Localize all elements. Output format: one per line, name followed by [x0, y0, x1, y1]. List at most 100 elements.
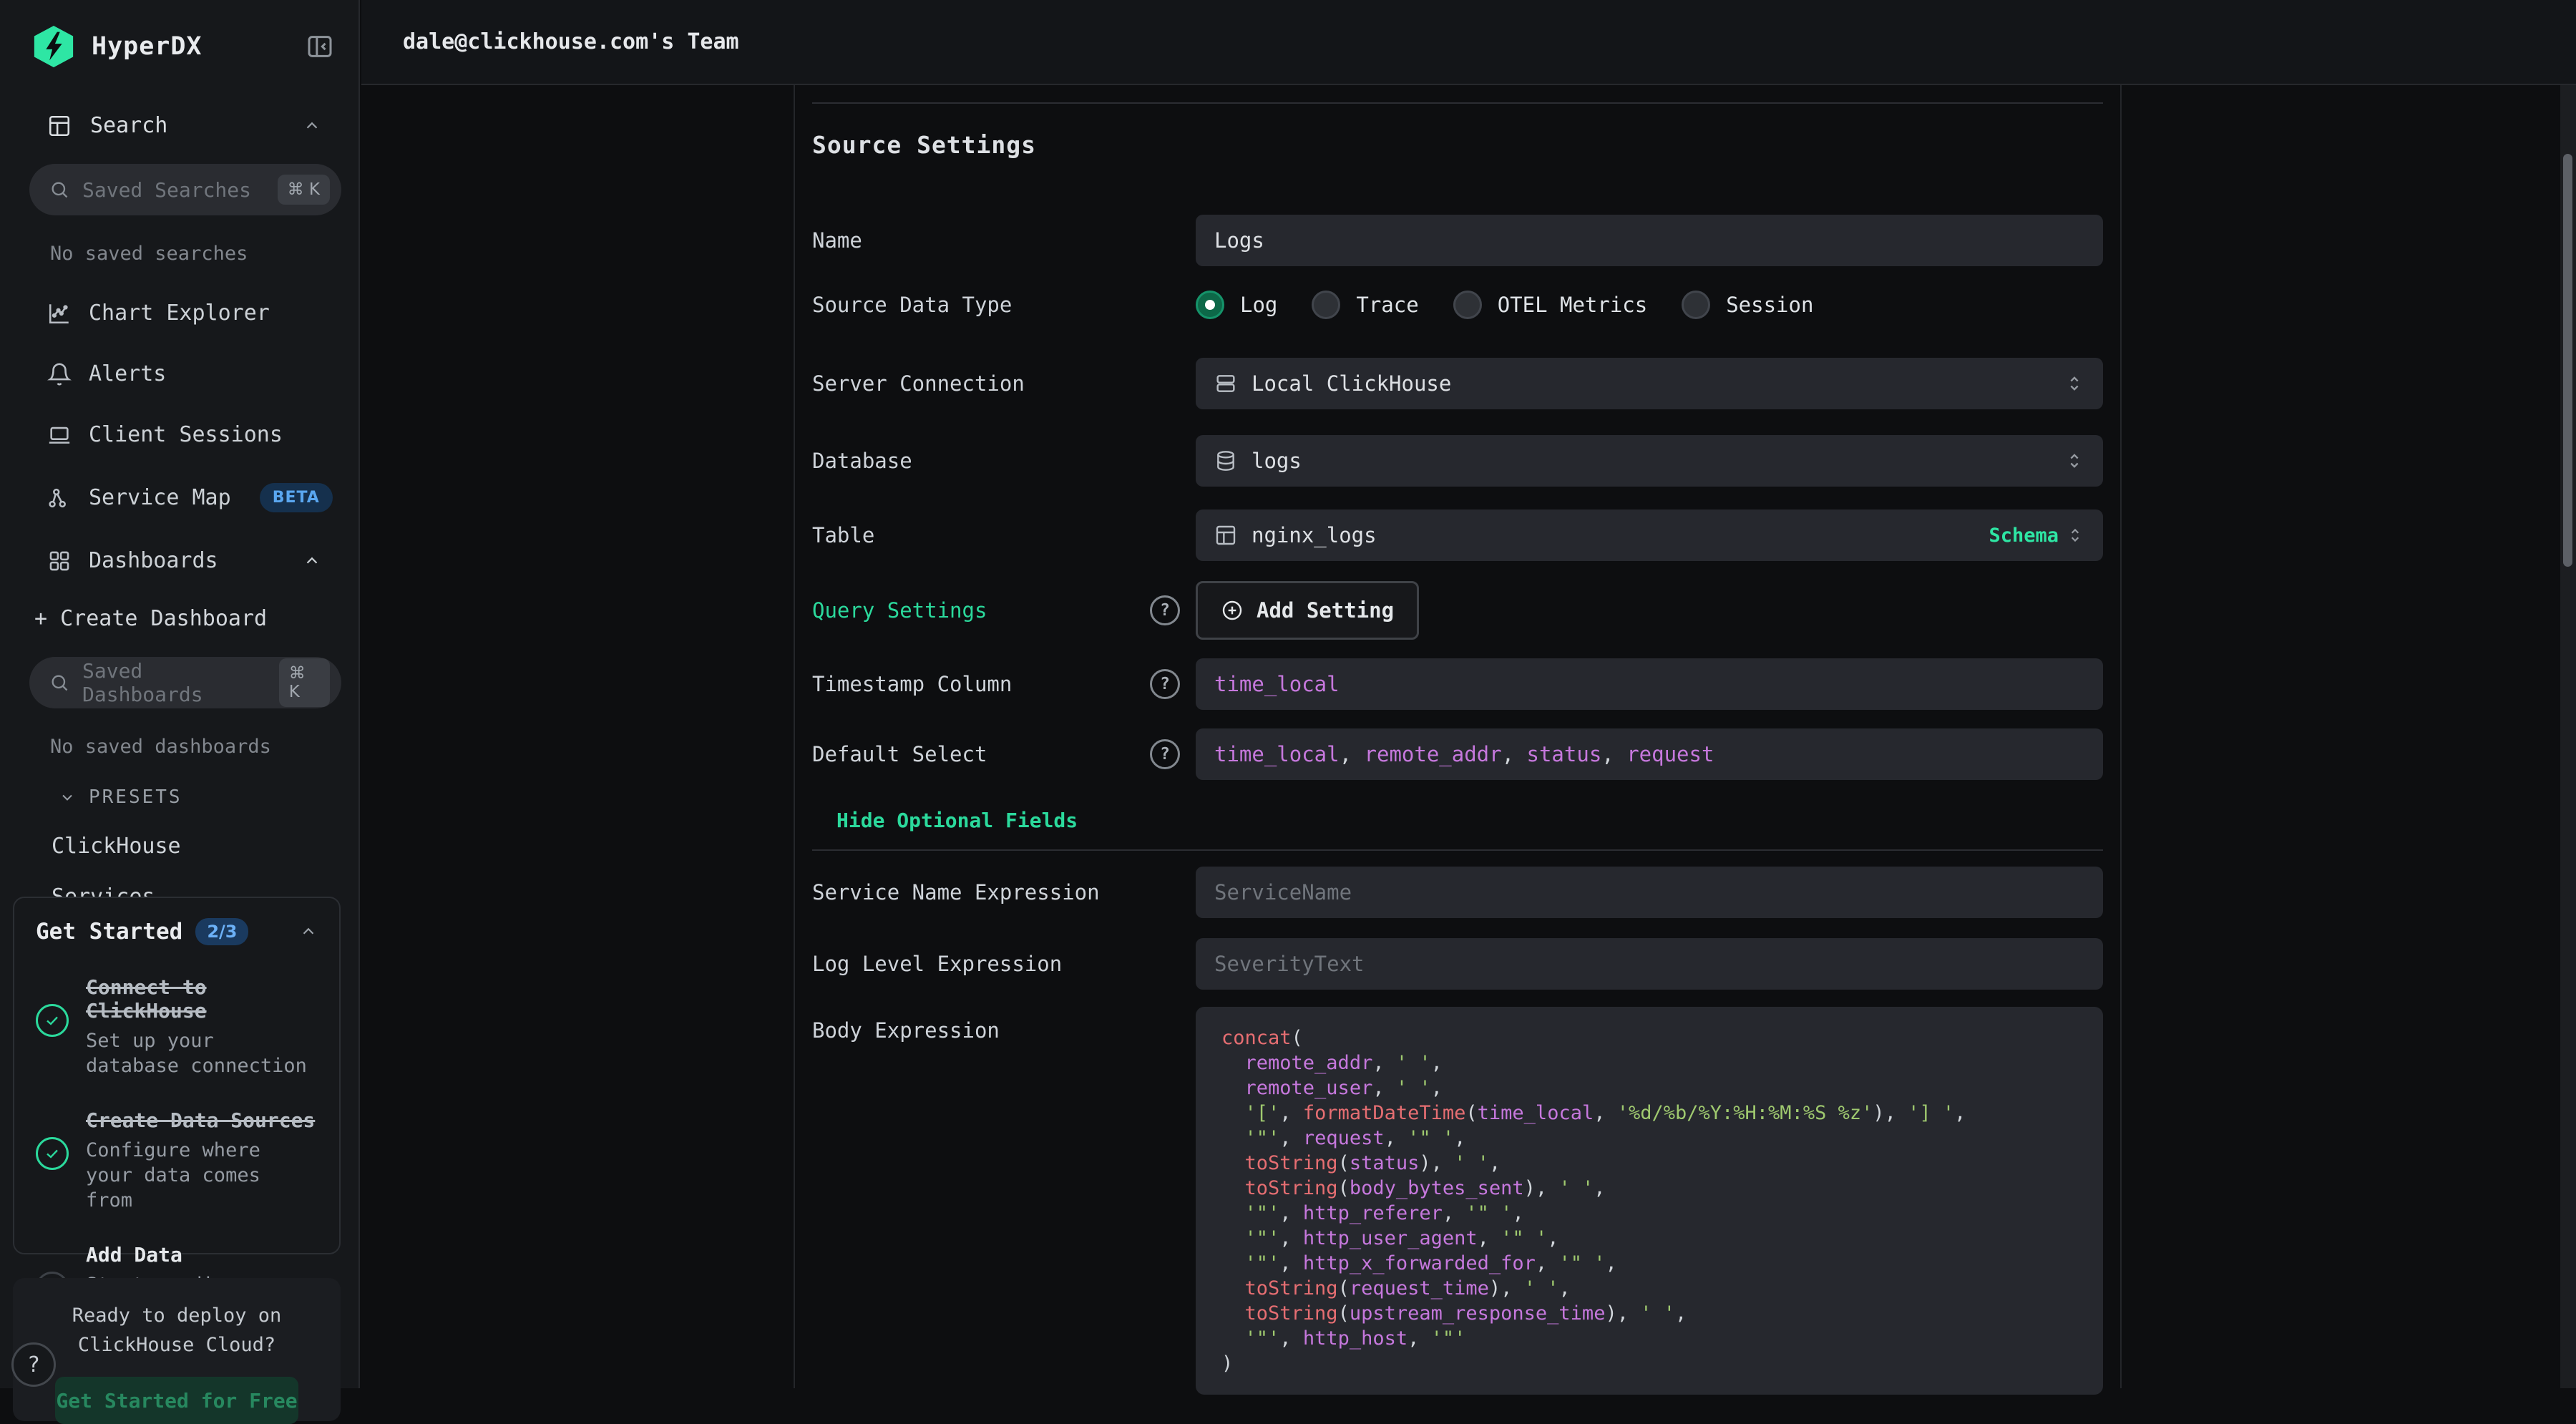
log-level-label: Log Level Expression	[812, 952, 1062, 976]
query-settings-label: Query Settings	[812, 598, 987, 623]
table-value: nginx_logs	[1252, 523, 1377, 547]
table-label: Table	[812, 523, 874, 547]
preset-clickhouse[interactable]: ClickHouse	[52, 834, 334, 859]
sidebar-item-label: Client Sessions	[89, 422, 283, 447]
form-row-timestamp: Timestamp Column ? time_local	[812, 658, 2103, 710]
source-data-type-radios: Log Trace OTEL Metrics Session	[1196, 291, 2103, 319]
check-circle-icon	[36, 1137, 69, 1170]
get-started-header[interactable]: Get Started 2/3	[36, 918, 318, 945]
chart-icon	[47, 301, 72, 326]
deploy-text: Ready to deploy on ClickHouse Cloud?	[31, 1301, 322, 1360]
saved-searches-input[interactable]: Saved Searches ⌘ K	[29, 164, 341, 215]
radio-otel-metrics[interactable]: OTEL Metrics	[1453, 291, 1648, 319]
database-select[interactable]: logs	[1196, 435, 2103, 487]
radio-dot	[1682, 291, 1710, 319]
name-value: Logs	[1214, 228, 1264, 253]
help-circle-icon[interactable]: ?	[1150, 595, 1180, 625]
vertical-scrollbar	[2560, 85, 2576, 1388]
sidebar: HyperDX Search Saved Searches ⌘ K No sav…	[0, 0, 360, 1388]
form-row-name: Name Logs	[812, 215, 2103, 266]
no-saved-dashboards-text: No saved dashboards	[50, 736, 334, 758]
sidebar-item-label: Dashboards	[89, 548, 218, 573]
log-level-input[interactable]: SeverityText	[1196, 938, 2103, 990]
chevron-up-icon	[303, 552, 321, 570]
step-title: Add Data	[86, 1243, 279, 1267]
team-title: dale@clickhouse.com's Team	[403, 29, 739, 54]
search-section-label: Search	[90, 113, 167, 138]
help-button[interactable]: ?	[11, 1342, 56, 1387]
sidebar-body: Search Saved Searches ⌘ K No saved searc…	[0, 113, 358, 1033]
no-saved-searches-text: No saved searches	[50, 243, 334, 265]
saved-dashboards-input[interactable]: Saved Dashboards ⌘ K	[29, 657, 341, 708]
check-circle-icon	[36, 1004, 69, 1037]
sidebar-item-label: Alerts	[89, 361, 166, 386]
form-row-service-name: Service Name Expression ServiceName	[812, 867, 2103, 918]
default-select-input[interactable]: time_local, remote_addr, status, request	[1196, 728, 2103, 780]
hide-optional-fields-link[interactable]: Hide Optional Fields	[812, 809, 2103, 832]
saved-searches-placeholder: Saved Searches	[82, 178, 251, 202]
get-started-step-sources[interactable]: Create Data Sources Configure where your…	[36, 1108, 318, 1213]
sidebar-item-search[interactable]: Search	[33, 113, 334, 138]
sidebar-item-client-sessions[interactable]: Client Sessions	[33, 422, 334, 447]
timestamp-input[interactable]: time_local	[1196, 658, 2103, 710]
create-dashboard-button[interactable]: + Create Dashboard	[33, 606, 334, 631]
form-row-log-level: Log Level Expression SeverityText	[812, 938, 2103, 990]
form-row-server-connection: Server Connection Local ClickHouse	[812, 358, 2103, 409]
sidebar-collapse-icon[interactable]	[306, 32, 334, 61]
get-started-panel: Get Started 2/3 Connect to ClickHouse Se…	[13, 897, 341, 1254]
default-select-value: time_local, remote_addr, status, request	[1214, 742, 1714, 766]
radio-dot	[1453, 291, 1482, 319]
help-circle-icon[interactable]: ?	[1150, 739, 1180, 769]
get-started-title: Get Started	[36, 919, 182, 945]
server-icon	[1214, 372, 1237, 395]
table-icon	[1214, 524, 1237, 547]
get-started-progress-badge: 2/3	[195, 918, 248, 945]
sidebar-item-dashboards[interactable]: Dashboards	[33, 548, 334, 573]
add-setting-button[interactable]: Add Setting	[1196, 581, 1419, 640]
service-name-label: Service Name Expression	[812, 880, 1100, 904]
form-row-table: Table nginx_logs Schema	[812, 509, 2103, 561]
sidebar-item-label: Service Map	[89, 485, 231, 510]
name-input[interactable]: Logs	[1196, 215, 2103, 266]
presets-label: PRESETS	[89, 786, 182, 808]
radio-log[interactable]: Log	[1196, 291, 1277, 319]
sidebar-item-chart-explorer[interactable]: Chart Explorer	[33, 301, 334, 326]
body-expression-editor[interactable]: concat( remote_addr, ' ', remote_user, '…	[1196, 1007, 2103, 1395]
form-row-database: Database logs	[812, 435, 2103, 487]
radio-session[interactable]: Session	[1682, 291, 1813, 319]
service-name-placeholder: ServiceName	[1214, 880, 1352, 904]
chevron-up-icon	[299, 922, 318, 941]
schema-button[interactable]: Schema	[1989, 525, 2059, 547]
deploy-panel: Ready to deploy on ClickHouse Cloud? Get…	[13, 1278, 341, 1421]
body-expression-label: Body Expression	[812, 1018, 1000, 1043]
presets-toggle[interactable]: PRESETS	[59, 786, 334, 808]
step-desc: Configure where your data comes from	[86, 1138, 318, 1213]
timestamp-label: Timestamp Column	[812, 672, 1012, 696]
chevron-updown-icon	[2064, 374, 2084, 394]
default-select-label: Default Select	[812, 742, 987, 766]
sidebar-item-alerts[interactable]: Alerts	[33, 361, 334, 386]
source-settings-panel: Source Settings Name Logs Source Data Ty…	[794, 85, 2122, 1388]
search-icon	[49, 673, 69, 693]
step-desc: Set up your database connection	[86, 1028, 318, 1078]
form-row-source-data-type: Source Data Type Log Trace OTEL Metrics …	[812, 291, 2103, 319]
radio-dot	[1196, 291, 1224, 319]
server-connection-select[interactable]: Local ClickHouse	[1196, 358, 2103, 409]
service-name-input[interactable]: ServiceName	[1196, 867, 2103, 918]
table-select[interactable]: nginx_logs Schema	[1196, 509, 2103, 561]
plus-circle-icon	[1221, 599, 1244, 622]
bell-icon	[47, 362, 72, 386]
get-started-free-button[interactable]: Get Started for Free	[55, 1377, 298, 1424]
log-level-placeholder: SeverityText	[1214, 952, 1365, 976]
scrollbar-thumb[interactable]	[2563, 154, 2572, 567]
radio-trace[interactable]: Trace	[1312, 291, 1418, 319]
dashboards-grid-icon	[47, 549, 72, 573]
brand-row: HyperDX	[0, 0, 358, 69]
source-data-type-label: Source Data Type	[812, 293, 1012, 317]
sidebar-item-service-map[interactable]: Service Map BETA	[33, 483, 334, 512]
get-started-step-connect[interactable]: Connect to ClickHouse Set up your databa…	[36, 975, 318, 1078]
chevron-updown-icon	[2066, 526, 2084, 545]
laptop-icon	[47, 423, 72, 447]
help-circle-icon[interactable]: ?	[1150, 669, 1180, 699]
server-connection-label: Server Connection	[812, 371, 1025, 396]
